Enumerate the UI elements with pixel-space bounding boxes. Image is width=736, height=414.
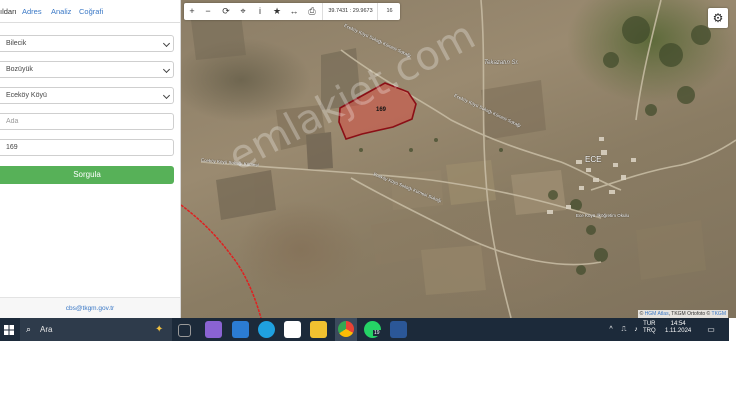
refresh-icon[interactable]: ⟳: [218, 3, 234, 20]
satellite-map[interactable]: 169 ECE Tekazatın Sr. Eceköy Köyü Sokağı…: [181, 0, 736, 318]
tab-geographic[interactable]: Coğrafi: [79, 7, 103, 16]
language-indicator[interactable]: TUR TRQ: [643, 321, 656, 335]
block-field[interactable]: [0, 113, 174, 130]
clock-time: 14:54: [670, 321, 686, 327]
neighborhood-select[interactable]: Eceköy Köyü: [0, 87, 174, 104]
village-label: ECE: [585, 155, 602, 164]
search-icon: ⌕: [26, 324, 32, 334]
chrome-app-tile[interactable]: [335, 318, 357, 341]
search-placeholder: Ara: [40, 325, 53, 334]
district-select[interactable]: Bozüyük: [0, 61, 174, 78]
chevron-down-icon: [162, 91, 171, 100]
parcel-field[interactable]: 169: [0, 139, 174, 156]
settings-button[interactable]: ⚙: [708, 8, 728, 28]
coordinate-readout: 39.7431 : 29.9673: [322, 3, 378, 20]
task-view-icon[interactable]: [178, 324, 191, 337]
tab-address[interactable]: Adres: [22, 7, 42, 16]
taskbar-search[interactable]: ⌕ Ara ✦: [20, 318, 172, 341]
query-panel: ıldarı Adres Analiz Coğrafi Bilecik Bozü…: [0, 0, 181, 319]
star-icon[interactable]: ★: [269, 3, 285, 20]
clock-date: 1.11.2024: [665, 328, 692, 334]
district-value: Bozüyük: [6, 66, 33, 73]
tab-parcel[interactable]: ıldarı: [0, 7, 17, 16]
print-icon[interactable]: ⎙: [304, 3, 320, 20]
chevron-down-icon: [162, 39, 171, 48]
crosshair-icon[interactable]: ⌖: [235, 3, 251, 20]
copilot-sparkle-icon: ✦: [155, 324, 164, 335]
query-button[interactable]: Sorgula: [0, 166, 174, 184]
chevron-up-icon[interactable]: ^: [606, 318, 616, 341]
gear-icon: ⚙: [712, 11, 724, 25]
taskbar: ⌕ Ara ✦ 19 ^ ⎍ ♪ TUR TRQ 14:54 1.11.2024…: [0, 318, 729, 341]
tkgm-link[interactable]: TKGM: [712, 311, 726, 317]
zoom-in-icon[interactable]: +: [184, 3, 200, 20]
footer: cbs@tkgm.gov.tr: [0, 297, 180, 319]
language-code: TUR: [643, 321, 656, 327]
school-label: Ece Köyü İlköğretim Okulu: [576, 213, 630, 218]
map-toolbar: + − ⟳ ⌖ i ★ ↔ ⎙ 39.7431 : 29.9673 16: [184, 3, 400, 20]
copilot-app-icon[interactable]: [205, 321, 222, 338]
attribution-text: , TKGM Ortofoto ©: [668, 311, 712, 317]
whatsapp-app-icon[interactable]: 19: [364, 321, 381, 338]
keyboard-layout: TRQ: [643, 328, 656, 334]
place-label: Tekazatın Sr.: [484, 60, 519, 66]
notification-icon[interactable]: ▭: [704, 318, 718, 341]
contact-email-link[interactable]: cbs@tkgm.gov.tr: [66, 305, 114, 312]
mail-app-icon[interactable]: [232, 321, 249, 338]
edge-browser-icon[interactable]: [258, 321, 275, 338]
map-attribution: © HGM Atlas, TKGM Ortofoto © TKGM: [637, 310, 728, 318]
zoom-out-icon[interactable]: −: [200, 3, 216, 20]
chrome-browser-icon: [338, 321, 354, 337]
clock[interactable]: 14:54 1.11.2024: [665, 321, 691, 335]
province-select[interactable]: Bilecik: [0, 35, 174, 52]
zoom-level: 16: [377, 3, 401, 20]
speaker-icon[interactable]: ♪: [631, 318, 641, 341]
file-explorer-icon[interactable]: [310, 321, 327, 338]
neighborhood-value: Eceköy Köyü: [6, 92, 47, 99]
network-icon[interactable]: ⎍: [619, 318, 629, 341]
province-value: Bilecik: [6, 40, 27, 47]
word-app-icon[interactable]: [390, 321, 407, 338]
measure-icon[interactable]: ↔: [286, 3, 302, 20]
start-button[interactable]: [0, 318, 18, 341]
whatsapp-badge: 19: [373, 330, 381, 336]
windows-icon: [4, 325, 14, 335]
tab-bar: ıldarı Adres Analiz Coğrafi: [0, 0, 180, 23]
tab-analysis[interactable]: Analiz: [51, 7, 71, 16]
info-icon[interactable]: i: [252, 3, 268, 20]
store-app-icon[interactable]: [284, 321, 301, 338]
parcel-input-value: 169: [6, 144, 18, 151]
chevron-down-icon: [162, 65, 171, 74]
block-input[interactable]: [6, 114, 156, 129]
hgm-atlas-link[interactable]: HGM Atlas: [645, 311, 669, 317]
